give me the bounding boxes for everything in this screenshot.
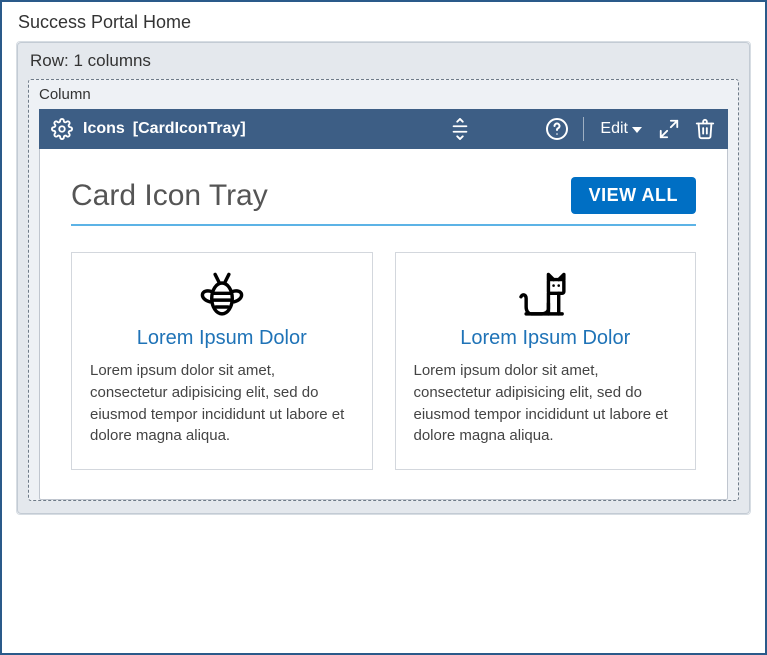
- widget-subtitle: [CardIconTray]: [133, 120, 246, 138]
- widget-toolbar: Icons [CardIconTray]: [39, 109, 728, 149]
- card-title: Lorem Ipsum Dolor: [90, 327, 354, 350]
- row-label: Row: 1 columns: [18, 43, 749, 79]
- card-text: Lorem ipsum dolor sit amet, consectetur …: [90, 360, 354, 447]
- widget-body: Card Icon Tray VIEW ALL: [39, 149, 728, 500]
- page-frame: Success Portal Home Row: 1 columns Colum…: [0, 0, 767, 655]
- widget-title: Icons: [83, 120, 125, 138]
- cards-container: Lorem Ipsum Dolor Lorem ipsum dolor sit …: [71, 252, 696, 470]
- row-panel[interactable]: Row: 1 columns Column I: [17, 42, 750, 514]
- widget-body-header: Card Icon Tray VIEW ALL: [71, 177, 696, 226]
- cat-icon: [414, 271, 678, 319]
- bee-icon: [90, 271, 354, 319]
- view-all-button[interactable]: VIEW ALL: [571, 177, 696, 214]
- trash-icon[interactable]: [692, 116, 718, 142]
- edit-dropdown[interactable]: Edit: [596, 118, 646, 140]
- toolbar-divider: [583, 117, 584, 141]
- page-title: Success Portal Home: [18, 12, 751, 33]
- card-icon-tray-widget: Icons [CardIconTray]: [39, 109, 728, 500]
- drag-handle-icon[interactable]: [447, 116, 473, 142]
- tray-title: Card Icon Tray: [71, 179, 268, 213]
- expand-icon[interactable]: [656, 116, 682, 142]
- chevron-down-icon: [632, 127, 642, 133]
- card-title: Lorem Ipsum Dolor: [414, 327, 678, 350]
- column-panel[interactable]: Column Icons [CardIconTra: [28, 79, 739, 501]
- card-item[interactable]: Lorem Ipsum Dolor Lorem ipsum dolor sit …: [71, 252, 373, 470]
- edit-label: Edit: [600, 120, 628, 138]
- card-item[interactable]: Lorem Ipsum Dolor Lorem ipsum dolor sit …: [395, 252, 697, 470]
- column-label: Column: [29, 80, 738, 109]
- gear-icon[interactable]: [49, 116, 75, 142]
- layout-grid: Row: 1 columns Column I: [16, 41, 751, 515]
- card-text: Lorem ipsum dolor sit amet, consectetur …: [414, 360, 678, 447]
- help-icon[interactable]: [543, 115, 571, 143]
- toolbar-left: Icons [CardIconTray]: [49, 116, 437, 142]
